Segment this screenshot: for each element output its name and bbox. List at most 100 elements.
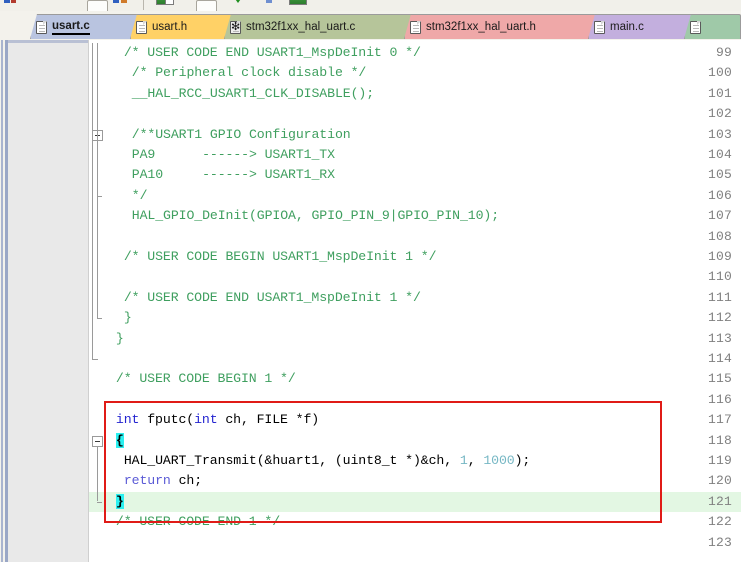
code-line[interactable]: 102 — [0, 104, 741, 124]
code-text: HAL_UART_Transmit(&huart1, (uint8_t *)&c… — [123, 453, 531, 468]
tool-icon-target[interactable] — [156, 0, 174, 8]
tool-icon-download[interactable] — [231, 0, 246, 8]
code-text: int fputc(int ch, FILE *f) — [115, 412, 320, 428]
fold-range-line — [97, 43, 98, 320]
editor-tab-label: stm32f1xx_hal_uart.h — [426, 21, 536, 33]
fold-range-line — [92, 43, 93, 360]
ide-window: usart.c usart.h ✻ stm32f1xx_hal_uart.c stm32… — [0, 0, 741, 562]
code-line[interactable]: 123 — [0, 533, 741, 553]
line-number: 105 — [707, 167, 732, 183]
line-number: 108 — [707, 228, 732, 244]
line-number: 112 — [707, 310, 732, 326]
line-number: 110 — [707, 269, 732, 285]
line-number: 107 — [707, 208, 732, 224]
code-text: PA9 ------> USART1_TX — [131, 147, 335, 162]
tool-icon-manage[interactable] — [289, 0, 307, 8]
editor-tab-extra[interactable] — [684, 14, 741, 39]
code-line[interactable]: 110 — [0, 267, 741, 287]
code-editor[interactable]: 99 /* USER CODE END USART1_MspDeInit 0 */… — [0, 40, 741, 562]
tool-separator — [143, 0, 144, 10]
code-line[interactable]: 107 HAL_GPIO_DeInit(GPIOA, GPIO_PIN_9|GPI… — [0, 206, 741, 226]
code-line[interactable]: 101 __HAL_RCC_USART1_CLK_DISABLE(); — [0, 84, 741, 104]
code-text: */ — [131, 187, 148, 203]
line-number: 101 — [707, 85, 732, 101]
code-text: /* USER CODE BEGIN 1 */ — [115, 371, 296, 387]
editor-tab-label: stm32f1xx_hal_uart.c — [246, 21, 356, 33]
code-line[interactable]: 106 */ — [0, 186, 741, 206]
fold-range-end — [97, 501, 102, 503]
tool-icon-1[interactable] — [4, 0, 19, 8]
tool-icon-build[interactable] — [113, 0, 128, 8]
code-line[interactable]: 108 — [0, 227, 741, 247]
editor-tab-stm32f1xx-hal-uart-h[interactable]: stm32f1xx_hal_uart.h — [404, 14, 598, 39]
line-number: 113 — [707, 330, 732, 346]
document-icon — [594, 20, 605, 34]
document-icon — [690, 20, 701, 34]
code-line[interactable]: 104 PA9 ------> USART1_TX — [0, 145, 741, 165]
line-number: 115 — [707, 371, 732, 387]
line-number: 106 — [707, 187, 732, 203]
line-number: 111 — [707, 289, 732, 305]
code-text: } — [115, 330, 124, 346]
code-text: return ch; — [123, 473, 203, 489]
line-number: 118 — [707, 432, 732, 448]
fold-range-line — [97, 446, 98, 501]
editor-tab-label: usart.h — [152, 21, 188, 33]
code-line[interactable]: 118 { — [0, 431, 741, 451]
line-number: 104 — [707, 147, 732, 162]
line-number: 122 — [707, 514, 732, 530]
line-number: 100 — [707, 65, 732, 81]
code-text: HAL_GPIO_DeInit(GPIOA, GPIO_PIN_9|GPIO_P… — [131, 208, 500, 224]
document-icon — [410, 20, 421, 34]
code-text: /* Peripheral clock disable */ — [131, 65, 367, 81]
line-number: 119 — [707, 453, 732, 468]
code-line[interactable]: 117 int fputc(int ch, FILE *f) — [0, 410, 741, 430]
code-line[interactable]: 121} — [0, 492, 741, 512]
editor-tab-main-c[interactable]: main.c — [588, 14, 694, 39]
line-number: 123 — [707, 534, 732, 550]
code-line[interactable]: 99 /* USER CODE END USART1_MspDeInit 0 */ — [0, 43, 741, 63]
code-text: { — [115, 432, 124, 448]
document-icon — [36, 20, 47, 34]
code-line[interactable]: 119 HAL_UART_Transmit(&huart1, (uint8_t *… — [0, 451, 741, 471]
code-line[interactable]: 116 — [0, 390, 741, 410]
code-line[interactable]: 122 /* USER CODE END 1 */ — [0, 512, 741, 532]
code-text: __HAL_RCC_USART1_CLK_DISABLE(); — [131, 85, 375, 101]
code-line[interactable]: 100 /* Peripheral clock disable */ — [0, 63, 741, 83]
code-line[interactable]: 109 /* USER CODE BEGIN USART1_MspDeInit 1… — [0, 247, 741, 267]
code-line[interactable]: 103 /**USART1 GPIO Configuration — [0, 125, 741, 145]
code-text: /* USER CODE BEGIN USART1_MspDeInit 1 */ — [123, 249, 437, 264]
line-number: 114 — [707, 351, 732, 366]
fold-toggle-icon[interactable] — [92, 435, 103, 447]
line-number: 109 — [707, 249, 732, 264]
editor-tab-label: usart.c — [52, 20, 90, 35]
code-text: /* USER CODE END USART1_MspDeInit 1 */ — [123, 289, 421, 305]
code-line[interactable]: 113} — [0, 329, 741, 349]
code-line[interactable]: 112} — [0, 308, 741, 328]
editor-tab-label: main.c — [610, 21, 644, 33]
document-star-icon: ✻ — [230, 20, 241, 34]
editor-tab-stm32f1xx-hal-uart-c[interactable]: ✻ stm32f1xx_hal_uart.c — [224, 14, 414, 39]
editor-tab-bar[interactable]: usart.c usart.h ✻ stm32f1xx_hal_uart.c stm32… — [0, 11, 741, 40]
code-text: } — [123, 310, 132, 326]
code-line[interactable]: 105 PA10 ------> USART1_RX — [0, 165, 741, 185]
line-number: 120 — [707, 473, 732, 489]
code-line[interactable]: 115 /* USER CODE BEGIN 1 */ — [0, 369, 741, 389]
code-line[interactable]: 120 return ch; — [0, 471, 741, 491]
code-text: PA10 ------> USART1_RX — [131, 167, 335, 183]
line-number: 117 — [707, 412, 732, 428]
line-number: 103 — [707, 126, 732, 142]
editor-tab-usart-h[interactable]: usart.h — [130, 14, 234, 39]
line-number: 121 — [707, 493, 732, 509]
line-number: 102 — [707, 106, 732, 122]
tool-icon-misc[interactable] — [263, 0, 278, 8]
code-line[interactable]: 114 — [0, 349, 741, 369]
code-text: /**USART1 GPIO Configuration — [131, 126, 351, 142]
code-text: /* USER CODE END USART1_MspDeInit 0 */ — [123, 45, 421, 60]
code-text: } — [115, 493, 124, 509]
code-line[interactable]: 111 /* USER CODE END USART1_MspDeInit 1 *… — [0, 288, 741, 308]
code-text: /* USER CODE END 1 */ — [115, 514, 281, 530]
line-number: 99 — [715, 45, 732, 60]
document-icon — [136, 20, 147, 34]
line-number: 116 — [707, 391, 732, 407]
